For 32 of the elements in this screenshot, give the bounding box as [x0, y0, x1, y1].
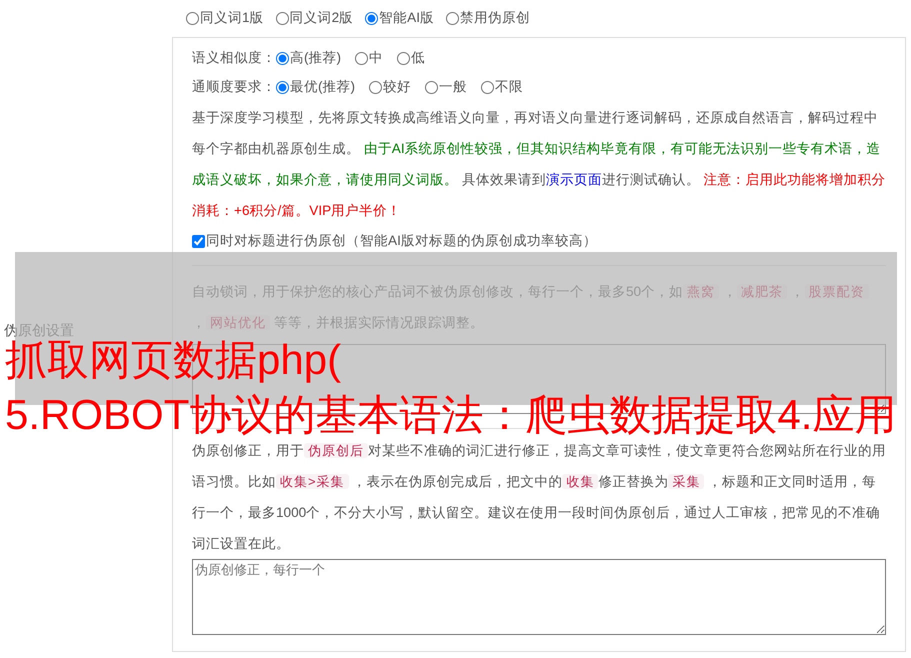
radio-label: 一般 [439, 78, 468, 96]
radio-button[interactable] [276, 52, 289, 65]
radio-button[interactable] [481, 80, 494, 94]
description-text: 伪原创修正，用于 伪原创后 对某些不准确的词汇进行修正，提高文章可读性，使文章更符合您网站所在行业的用语习惯。比如 收集>采集 ，表示在伪原创完成后，把文中的 收集 修正替换为 采集 ，标题和正文同时适用，每行一个，最多1000个，不分大小写，默认留空。建议在使用一段时间伪原创后，通过人工审核，把常见的不准确词汇设置在此。 [192, 442, 886, 553]
overlay-title: 抓取网页数据php( [5, 336, 342, 385]
radio-label: 不限 [495, 78, 524, 96]
radio-button[interactable] [446, 12, 459, 25]
radio-label: 高(推荐) [290, 49, 342, 68]
radio-label: 智能AI版 [379, 9, 434, 28]
demo-link[interactable]: 演示页面 [546, 172, 602, 187]
field-label: 语义相似度： [192, 49, 276, 68]
radio-button[interactable] [369, 80, 382, 94]
radio-button[interactable] [365, 12, 378, 25]
radio-button[interactable] [355, 52, 368, 65]
checkbox-label: 同时对标题进行伪原创（智能AI版对标题的伪原创成功率较高） [206, 232, 597, 250]
radio-label: 中 [369, 49, 384, 68]
radio-label: 禁用伪原创 [460, 9, 530, 28]
radio-label: 较好 [383, 78, 412, 96]
radio-label: 最优(推荐) [290, 78, 356, 96]
overlay-title: 5.ROBOT协议的基本语法：爬虫数据提取4.应用 [5, 390, 896, 440]
radio-button[interactable] [425, 80, 438, 94]
title-checkbox[interactable] [192, 235, 205, 248]
radio-button[interactable] [397, 52, 410, 65]
radio-label: 同义词1版 [200, 9, 264, 28]
radio-button[interactable] [276, 80, 289, 94]
corrections-field[interactable]: 伪原创修正，每行一个 [192, 559, 886, 635]
field-label: 通顺度要求： [192, 78, 276, 96]
radio-button[interactable] [186, 12, 199, 25]
radio-label: 同义词2版 [290, 9, 354, 28]
description-text: 基于深度学习模型，先将原文转换成高维语义向量，再对语义向量进行逐词解码，还原成自然语言，解码过程中每个字都由机器原创生成。 由于AI系统原创性较强，但其知识结构毕竟有限，有可能无法识别一些专有术语，造成语义破坏，如果介意，请使用同义词版。 具体效果请到演示页面进行测试确认。 注意：启用此功能将增加积分消耗：+6积分/篇。VIP用户半价！ [192, 109, 886, 220]
radio-button[interactable] [276, 12, 289, 25]
radio-label: 低 [411, 49, 426, 68]
